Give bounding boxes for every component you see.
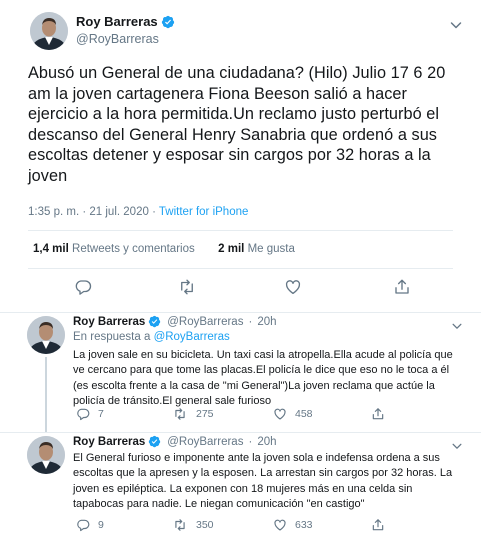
tweet-time[interactable]: 20h — [257, 436, 276, 448]
divider — [28, 230, 453, 231]
heart-icon — [284, 278, 302, 296]
likes-label: Me gusta — [247, 243, 295, 255]
verified-badge-icon — [148, 315, 162, 329]
in-reply-to: En respuesta a @RoyBarreras — [73, 331, 230, 343]
thread-line — [45, 357, 47, 433]
avatar[interactable] — [27, 316, 65, 354]
tweet-time[interactable]: 20h — [257, 316, 276, 328]
author-display-name[interactable]: Roy Barreras — [73, 436, 145, 448]
share-icon — [371, 518, 385, 532]
like-count: 633 — [295, 519, 313, 531]
author-name-row: Roy Barreras @RoyBarreras · 20h — [73, 435, 277, 449]
like-button[interactable] — [284, 278, 302, 296]
dot-separator: · — [248, 316, 253, 328]
reply-tweet[interactable]: Roy Barreras @RoyBarreras · 20h El Gener… — [0, 433, 481, 545]
tweet-text: Abusó un General de una ciudadana? (Hilo… — [28, 64, 446, 185]
author-handle[interactable]: @RoyBarreras — [167, 316, 243, 328]
like-button[interactable]: 458 — [273, 407, 313, 421]
chevron-down-icon[interactable] — [449, 18, 463, 32]
reply-count: 9 — [98, 519, 104, 531]
retweets-stat[interactable]: 1,4 mil Retweets y comentarios — [33, 243, 195, 255]
reply-button[interactable]: 7 — [76, 407, 104, 421]
retweet-button[interactable]: 350 — [172, 518, 214, 532]
author-name-row: Roy Barreras — [76, 14, 175, 29]
verified-badge-icon — [161, 15, 175, 29]
main-tweet: Roy Barreras @RoyBarreras Abusó un Gener… — [0, 0, 481, 312]
tweet-date[interactable]: 21 jul. 2020 — [89, 206, 148, 218]
retweet-button[interactable]: 275 — [172, 407, 214, 421]
tweet-stats: 1,4 mil Retweets y comentarios 2 mil Me … — [33, 243, 295, 255]
retweets-label: Retweets y comentarios — [72, 243, 195, 255]
author-name-row: Roy Barreras @RoyBarreras · 20h — [73, 315, 277, 329]
dot-separator: · — [248, 436, 253, 448]
like-count: 458 — [295, 408, 313, 420]
retweet-button[interactable] — [177, 278, 197, 296]
reply-button[interactable] — [74, 278, 92, 296]
share-button[interactable] — [371, 518, 385, 532]
heart-icon — [273, 407, 287, 421]
author-handle[interactable]: @RoyBarreras — [76, 32, 159, 46]
retweet-icon — [172, 407, 188, 421]
retweets-count: 1,4 mil — [33, 243, 69, 255]
reply-button[interactable]: 9 — [76, 518, 104, 532]
author-handle[interactable]: @RoyBarreras — [167, 436, 243, 448]
retweet-count: 275 — [196, 408, 214, 420]
tweet-source-link[interactable]: Twitter for iPhone — [159, 206, 248, 218]
retweet-count: 350 — [196, 519, 214, 531]
share-button[interactable] — [371, 407, 385, 421]
avatar[interactable] — [27, 436, 65, 474]
reply-icon — [74, 278, 92, 296]
likes-count: 2 mil — [218, 243, 245, 255]
retweet-icon — [172, 518, 188, 532]
tweet-time[interactable]: 1:35 p. m. — [28, 206, 79, 218]
heart-icon — [273, 518, 287, 532]
share-icon — [371, 407, 385, 421]
share-icon — [393, 278, 411, 296]
avatar[interactable] — [30, 12, 68, 50]
tweet-text: El General furioso e imponente ante la j… — [73, 452, 453, 511]
retweet-icon — [177, 278, 197, 296]
in-reply-to-link[interactable]: @RoyBarreras — [154, 331, 230, 343]
in-reply-prefix: En respuesta a — [73, 331, 151, 343]
chevron-down-icon[interactable] — [451, 439, 463, 451]
author-display-name[interactable]: Roy Barreras — [76, 14, 158, 29]
meta-separator: · — [152, 206, 156, 218]
chevron-down-icon[interactable] — [451, 319, 463, 331]
tweet-text: La joven sale en su bicicleta. Un taxi c… — [73, 349, 453, 408]
tweet-meta: 1:35 p. m. · 21 jul. 2020 · Twitter for … — [28, 206, 248, 218]
reply-tweet[interactable]: Roy Barreras @RoyBarreras · 20h En respu… — [0, 313, 481, 433]
share-button[interactable] — [393, 278, 411, 296]
reply-count: 7 — [98, 408, 104, 420]
reply-icon — [76, 518, 90, 532]
like-button[interactable]: 633 — [273, 518, 313, 532]
reply-icon — [76, 407, 90, 421]
meta-separator: · — [82, 206, 87, 218]
divider — [28, 268, 453, 269]
likes-stat[interactable]: 2 mil Me gusta — [218, 243, 295, 255]
verified-badge-icon — [148, 435, 162, 449]
author-display-name[interactable]: Roy Barreras — [73, 316, 145, 328]
